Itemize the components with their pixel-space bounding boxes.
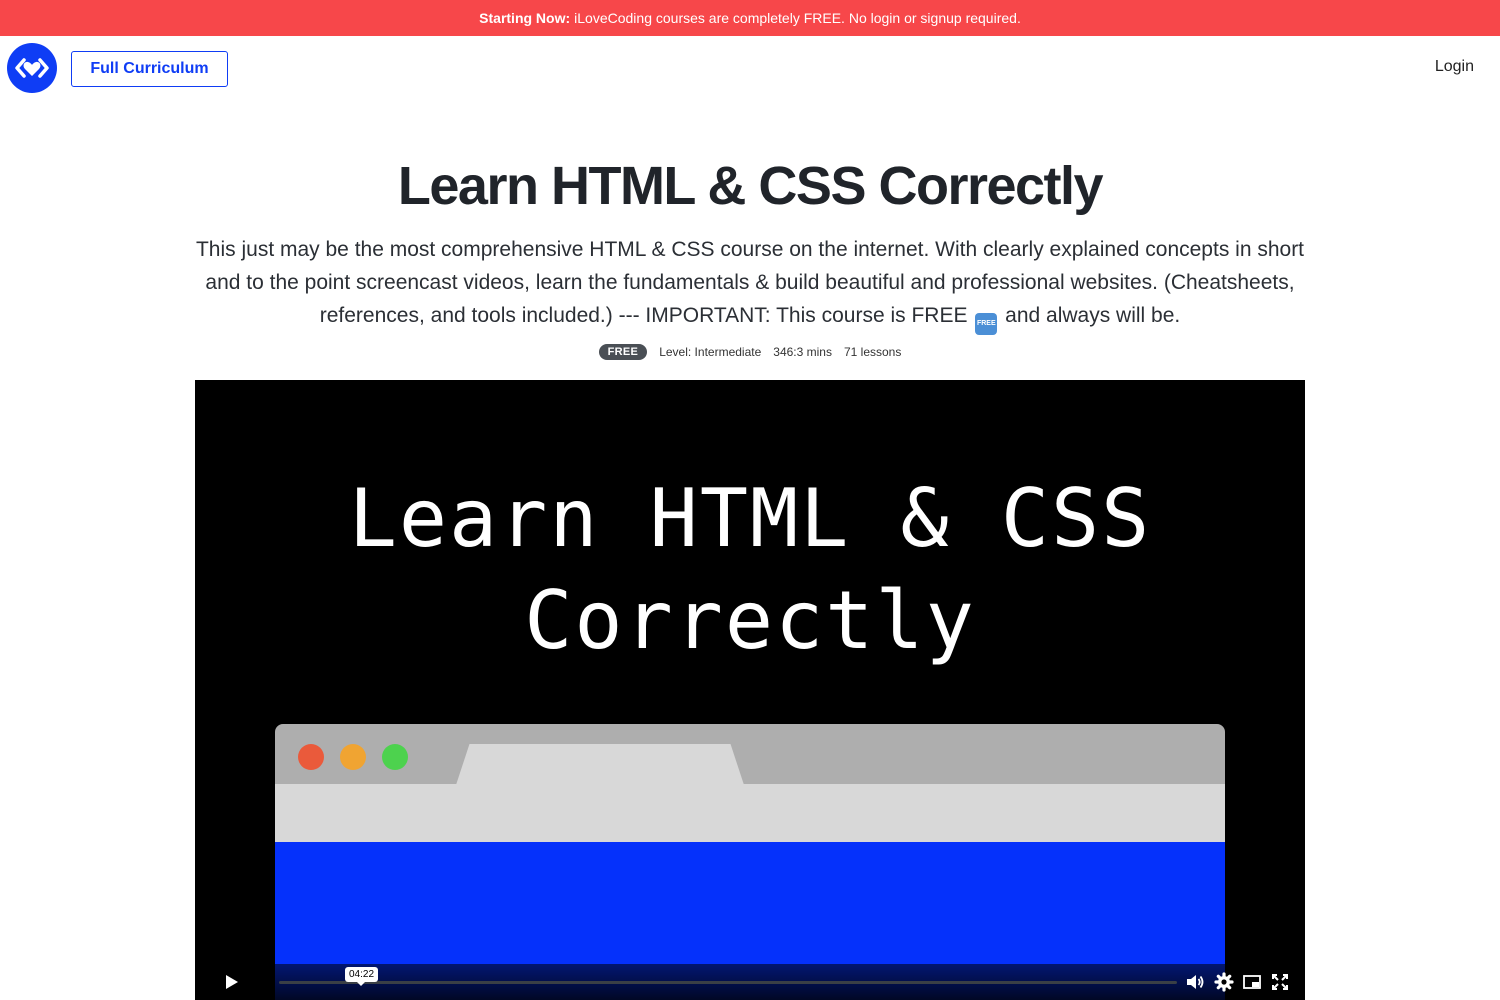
browser-illustration (275, 724, 1225, 1000)
settings-icon[interactable] (1214, 972, 1234, 992)
course-meta: FREE Level: Intermediate 346:3 mins 71 l… (0, 344, 1500, 360)
course-title: Learn HTML & CSS Correctly (397, 156, 1104, 216)
fullscreen-icon[interactable] (1270, 972, 1290, 992)
play-icon[interactable] (221, 972, 241, 992)
time-tooltip: 04:22 (345, 967, 379, 986)
maximize-dot-icon (382, 744, 408, 770)
close-dot-icon (298, 744, 324, 770)
full-curriculum-button[interactable]: Full Curriculum (71, 51, 228, 87)
volume-icon[interactable] (1185, 972, 1205, 992)
video-title-line1: Learn HTML & CSS (348, 472, 1152, 565)
course-level: Level: Intermediate (659, 345, 762, 359)
video-player[interactable]: Learn HTML & CSS Correctly 04:22 (195, 380, 1305, 1000)
course-duration: 346:3 mins (773, 345, 832, 359)
course-lessons: 71 lessons (843, 345, 902, 359)
video-title: Learn HTML & CSS Correctly (195, 468, 1305, 672)
free-emoji-icon: FREE (975, 313, 998, 335)
pip-icon[interactable] (1242, 972, 1262, 992)
browser-address-bar (275, 784, 1225, 842)
progress-bar[interactable]: 04:22 (279, 967, 1177, 986)
logo-icon[interactable] (7, 43, 57, 93)
login-link[interactable]: Login (1435, 58, 1474, 76)
announcement-text: iLoveCoding courses are completely FREE.… (574, 10, 1021, 26)
browser-tab (455, 744, 745, 788)
course-description: This just may be the most comprehensive … (190, 233, 1310, 335)
video-title-line2: Correctly (524, 574, 976, 667)
price-badge: FREE (598, 344, 648, 360)
announcement-bar: Starting Now: iLoveCoding courses are co… (0, 0, 1500, 36)
announcement-bold: Starting Now: (479, 10, 571, 26)
video-controls: 04:22 (195, 964, 1305, 1000)
description-text-end: and always will be. (1005, 304, 1181, 327)
header: Full Curriculum Login (0, 36, 1500, 104)
browser-titlebar (275, 724, 1225, 786)
minimize-dot-icon (340, 744, 366, 770)
